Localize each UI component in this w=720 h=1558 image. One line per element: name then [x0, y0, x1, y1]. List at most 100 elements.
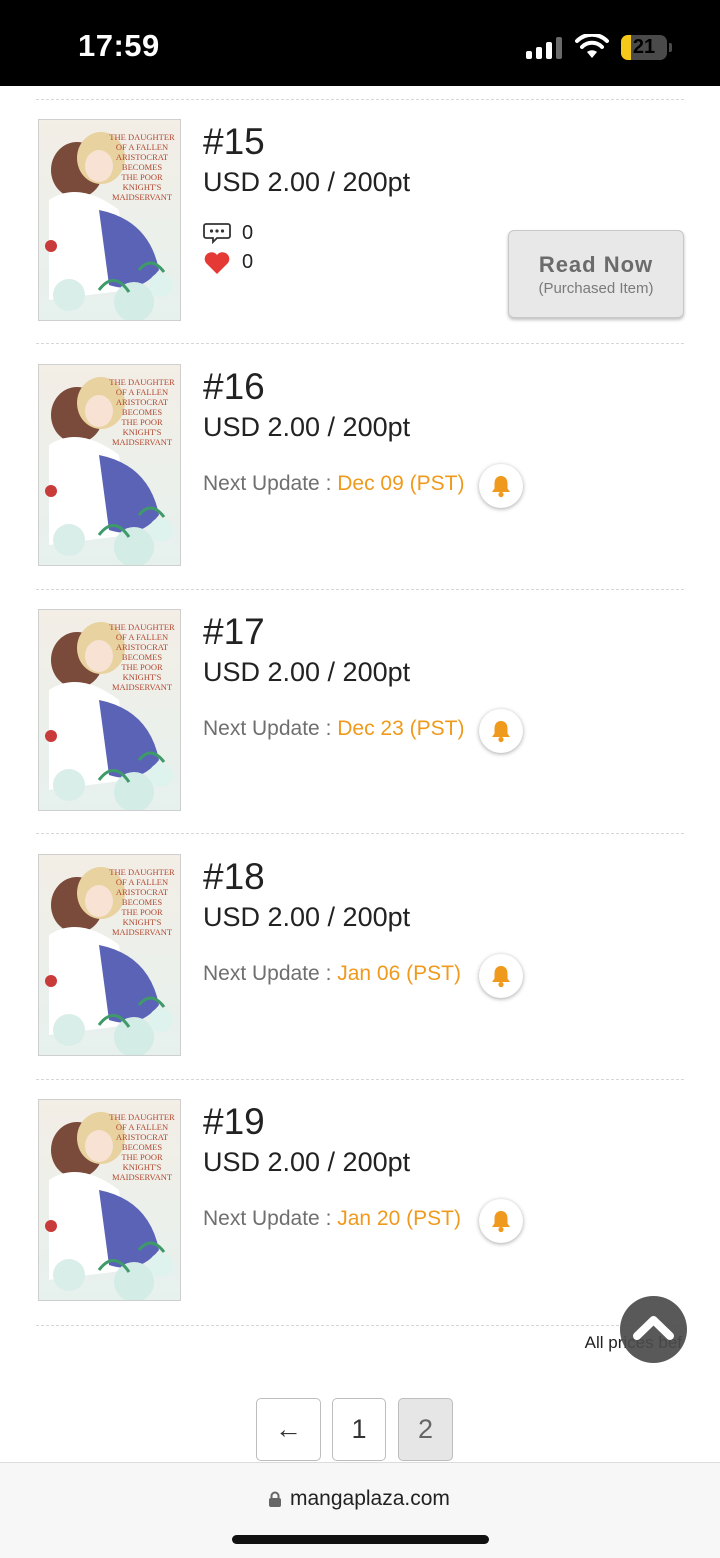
home-indicator[interactable] — [232, 1535, 489, 1544]
list-divider — [36, 99, 684, 100]
episode-number: #18 — [203, 856, 265, 897]
comment-count: 0 — [203, 222, 253, 250]
bell-icon — [492, 1211, 510, 1233]
cover-title-line: THE DAUGHTER — [109, 1112, 175, 1122]
episode-number: #19 — [203, 1101, 265, 1142]
episode-price: USD 2.00 / 200pt — [203, 167, 411, 197]
episode-cover-image[interactable]: THE DAUGHTER OF A FALLEN ARISTOCRAT BECOMES… — [38, 119, 181, 321]
battery-tip — [669, 43, 672, 52]
cover-title-line: THE POOR — [121, 172, 163, 182]
episode-price: USD 2.00 / 200pt — [203, 657, 411, 687]
list-divider — [36, 589, 684, 590]
next-update: Next Update : Dec 09 (PST) — [203, 472, 464, 496]
pagination-page-1[interactable]: 1 — [332, 1398, 386, 1461]
episode-item[interactable]: THE DAUGHTER OF A FALLEN ARISTOCRAT BECOMES… — [0, 854, 720, 1059]
cover-title-line: ARISTOCRAT — [116, 642, 169, 652]
episode-item[interactable]: THE DAUGHTER OF A FALLEN ARISTOCRAT BECOMES… — [0, 364, 720, 569]
episode-price: USD 2.00 / 200pt — [203, 902, 411, 932]
list-divider — [36, 343, 684, 344]
cover-title-line: ARISTOCRAT — [116, 397, 169, 407]
cover-title-line: KNIGHT'S — [123, 1162, 162, 1172]
read-now-button[interactable]: Read Now (Purchased Item) — [508, 230, 684, 318]
cover-title-line: MAIDSERVANT — [112, 1172, 173, 1182]
like-count: 0 — [203, 251, 253, 281]
cover-title-line: MAIDSERVANT — [112, 437, 173, 447]
cover-title-line: KNIGHT'S — [123, 672, 162, 682]
cover-title-line: OF A FALLEN — [116, 632, 168, 642]
episode-item[interactable]: THE DAUGHTER OF A FALLEN ARISTOCRAT BECOMES… — [0, 609, 720, 814]
cover-title-line: KNIGHT'S — [123, 182, 162, 192]
next-update-date: Dec 09 (PST) — [337, 472, 465, 495]
episode-cover-image[interactable]: THE DAUGHTER OF A FALLEN ARISTOCRAT BECOMES… — [38, 854, 181, 1056]
pagination-page-2[interactable]: 2 — [398, 1398, 453, 1461]
next-update-label: Next Update : — [203, 717, 338, 740]
status-bar: 17:59 21 — [0, 0, 720, 86]
next-update: Next Update : Dec 23 (PST) — [203, 717, 464, 741]
next-update-label: Next Update : — [203, 1207, 338, 1230]
purchased-item-label: (Purchased Item) — [538, 280, 654, 297]
cover-title-line: BECOMES — [122, 897, 162, 907]
cover-title-line: MAIDSERVANT — [112, 192, 173, 202]
episode-cover-image[interactable]: THE DAUGHTER OF A FALLEN ARISTOCRAT BECOMES… — [38, 1099, 181, 1301]
bell-icon — [492, 966, 510, 988]
chevron-up-icon — [633, 1316, 674, 1340]
episode-cover-image[interactable]: THE DAUGHTER OF A FALLEN ARISTOCRAT BECOMES… — [38, 364, 181, 566]
cover-title-line: MAIDSERVANT — [112, 927, 173, 937]
cover-title-line: BECOMES — [122, 1142, 162, 1152]
lock-icon — [269, 1491, 281, 1507]
episode-number: #17 — [203, 611, 265, 652]
cellular-signal-icon — [526, 37, 564, 59]
episode-price: USD 2.00 / 200pt — [203, 412, 411, 442]
cover-title-line: THE POOR — [121, 662, 163, 672]
cover-title-line: THE DAUGHTER — [109, 622, 175, 632]
cover-title-line: OF A FALLEN — [116, 142, 168, 152]
episode-cover-image[interactable]: THE DAUGHTER OF A FALLEN ARISTOCRAT BECOMES… — [38, 609, 181, 811]
next-update-date: Jan 06 (PST) — [337, 962, 461, 985]
cover-title-line: BECOMES — [122, 652, 162, 662]
cover-title-line: THE POOR — [121, 907, 163, 917]
like-count-value: 0 — [242, 251, 254, 273]
cover-title-line: THE DAUGHTER — [109, 867, 175, 877]
cover-title-line: ARISTOCRAT — [116, 887, 169, 897]
cover-title-line: THE POOR — [121, 417, 163, 427]
list-divider — [36, 833, 684, 834]
cover-title-line: KNIGHT'S — [123, 917, 162, 927]
next-update-label: Next Update : — [203, 962, 338, 985]
cover-title-line: OF A FALLEN — [116, 1122, 168, 1132]
cover-title-line: BECOMES — [122, 162, 162, 172]
browser-url-bar[interactable]: mangaplaza.com — [0, 1462, 720, 1558]
episode-number: #15 — [203, 121, 265, 162]
cover-title-line: THE POOR — [121, 1152, 163, 1162]
pagination-prev-button[interactable]: ← — [256, 1398, 321, 1461]
url-text: mangaplaza.com — [290, 1487, 450, 1510]
episode-item[interactable]: THE DAUGHTER OF A FALLEN ARISTOCRAT BECOMES… — [0, 119, 720, 324]
notify-button[interactable] — [479, 464, 523, 508]
scroll-top-button[interactable] — [620, 1296, 687, 1363]
episode-price: USD 2.00 / 200pt — [203, 1147, 411, 1177]
wifi-icon — [575, 34, 609, 58]
read-now-label: Read Now — [538, 252, 654, 277]
comment-count-value: 0 — [242, 222, 254, 244]
next-update-date: Jan 20 (PST) — [337, 1207, 461, 1230]
next-update-date: Dec 23 (PST) — [337, 717, 465, 740]
cover-title-line: MAIDSERVANT — [112, 682, 173, 692]
cover-title-line: OF A FALLEN — [116, 387, 168, 397]
battery-level: 21 — [632, 36, 656, 58]
heart-icon — [204, 252, 230, 274]
comment-icon — [203, 223, 231, 245]
notify-button[interactable] — [479, 709, 523, 753]
list-divider — [36, 1325, 684, 1326]
cover-title-line: OF A FALLEN — [116, 877, 168, 887]
cover-title-line: KNIGHT'S — [123, 427, 162, 437]
cover-title-line: ARISTOCRAT — [116, 152, 169, 162]
notify-button[interactable] — [479, 954, 523, 998]
notify-button[interactable] — [479, 1199, 523, 1243]
battery-icon: 21 — [621, 35, 667, 60]
bell-icon — [492, 721, 510, 743]
episode-number: #16 — [203, 366, 265, 407]
next-update-label: Next Update : — [203, 472, 338, 495]
episode-item[interactable]: THE DAUGHTER OF A FALLEN ARISTOCRAT BECOMES… — [0, 1099, 720, 1304]
cover-title-line: THE DAUGHTER — [109, 377, 175, 387]
next-update: Next Update : Jan 06 (PST) — [203, 962, 461, 986]
cover-title-line: THE DAUGHTER — [109, 132, 175, 142]
